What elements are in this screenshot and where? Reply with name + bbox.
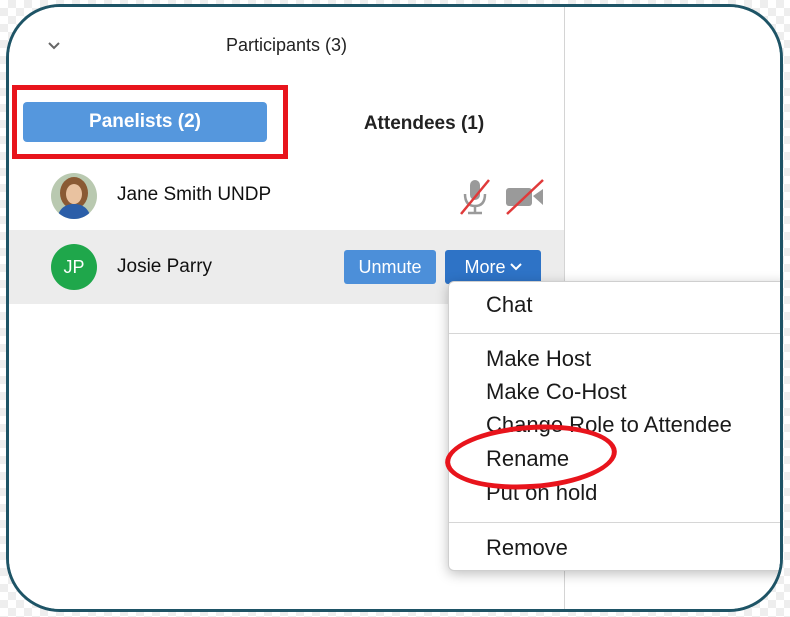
tab-bar: Panelists (2) Attendees (1) (9, 85, 564, 161)
menu-item-make-host[interactable]: Make Host (486, 346, 591, 372)
video-off-icon[interactable] (503, 176, 547, 216)
tab-attendees[interactable]: Attendees (1) (339, 104, 509, 144)
mic-muted-icon[interactable] (457, 176, 493, 216)
avatar (51, 173, 97, 219)
panel-header: Participants (3) (9, 7, 564, 87)
participants-window: Participants (3) Panelists (2) Attendees… (6, 4, 783, 612)
participant-row[interactable]: Jane Smith UNDP (9, 162, 564, 232)
participant-name: Jane Smith UNDP (117, 184, 272, 205)
avatar: JP (51, 244, 97, 290)
unmute-button[interactable]: Unmute (344, 250, 436, 284)
panel-title: Participants (3) (225, 35, 348, 55)
menu-divider (449, 522, 780, 523)
menu-divider (449, 333, 780, 334)
more-button-label: More (464, 256, 506, 277)
menu-item-make-co-host[interactable]: Make Co-Host (486, 379, 627, 405)
menu-item-chat[interactable]: Chat (486, 292, 532, 318)
participant-name: Josie Parry (117, 256, 213, 277)
more-button[interactable]: More (445, 250, 541, 284)
more-menu: Chat Make Host Make Co-Host Change Role … (448, 281, 780, 571)
chevron-down-icon (509, 263, 522, 271)
menu-item-remove[interactable]: Remove (486, 535, 568, 561)
tab-panelists[interactable]: Panelists (2) (23, 102, 267, 142)
